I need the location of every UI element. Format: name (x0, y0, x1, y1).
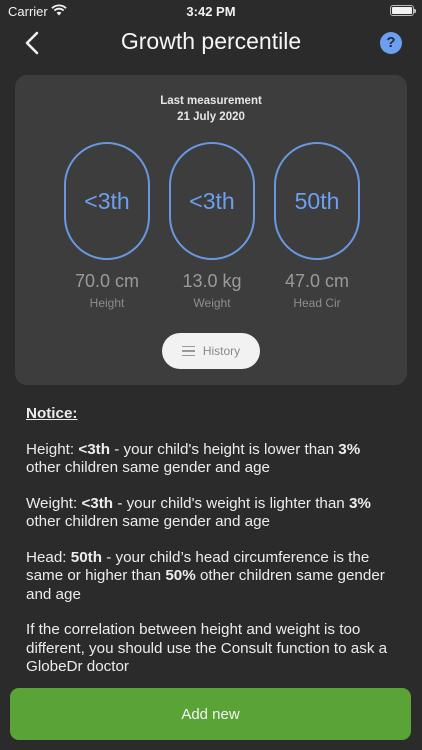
weight-notice: Weight: <3th - your child's weight is li… (26, 495, 398, 532)
nav-bar: Growth percentile ? (0, 22, 422, 64)
height-notice-text: - your child's height is lower than (110, 440, 339, 458)
height-notice-pct: <3th (78, 440, 110, 458)
weight-percentile-oval: <3th (169, 142, 255, 260)
bottom-bar: Add new (0, 680, 422, 750)
head-notice-prefix: Head: (26, 548, 71, 566)
status-bar: Carrier 3:42 PM (0, 0, 422, 22)
add-new-button[interactable]: Add new (10, 688, 411, 740)
battery-icon (390, 5, 416, 16)
page-title: Growth percentile (120, 28, 302, 54)
notice-section: Notice: Height: <3th - your child's heig… (26, 405, 398, 694)
measurement-card: Last measurement 21 July 2020 <3th 70.0 … (15, 75, 407, 385)
weight-notice-pct: <3th (81, 494, 114, 512)
weight-notice-prefix: Weight: (26, 494, 82, 512)
add-new-label: Add new (181, 705, 240, 723)
weight-percentile: <3th (189, 187, 235, 214)
height-notice-pct2: 3% (338, 440, 361, 458)
status-time: 3:42 PM (186, 4, 236, 19)
height-notice-prefix: Height: (26, 440, 79, 458)
head-percentile: 50th (294, 187, 340, 214)
weight-notice-suffix: other children same gender and age (26, 513, 271, 530)
head-notice: Head: 50th - your child’s head circumfer… (26, 549, 398, 605)
consult-notice: If the correlation between height and we… (26, 621, 388, 675)
last-measurement-label: Last measurement (160, 95, 262, 107)
height-value: 70.0 cm (74, 271, 140, 291)
history-label: History (202, 344, 241, 358)
weight-label: Weight (193, 296, 231, 310)
height-metric: <3th 70.0 cm Height (64, 142, 150, 310)
height-notice: Height: <3th - your child's height is lo… (26, 441, 398, 478)
head-metric: 50th 47.0 cm Head Cir (274, 142, 360, 310)
weight-notice-pct2: 3% (348, 494, 371, 512)
height-percentile-oval: <3th (64, 142, 150, 260)
weight-metric: <3th 13.0 kg Weight (169, 142, 255, 310)
last-measurement-heading: Last measurement 21 July 2020 (15, 93, 407, 125)
head-notice-pct2: 50% (165, 567, 196, 584)
head-label: Head Cir (293, 296, 341, 310)
height-label: Height (89, 296, 125, 310)
height-notice-suffix: other children same gender and age (26, 459, 271, 476)
menu-lines-icon (181, 345, 195, 357)
notice-title: Notice: (26, 405, 78, 422)
help-icon[interactable]: ? (380, 32, 402, 54)
history-button[interactable]: History (162, 333, 260, 369)
weight-notice-text: - your child's weight is lighter than (113, 494, 349, 512)
height-percentile: <3th (84, 187, 130, 214)
head-value: 47.0 cm (284, 271, 350, 291)
last-measurement-date: 21 July 2020 (177, 111, 245, 123)
head-percentile-oval: 50th (274, 142, 360, 260)
weight-value: 13.0 kg (182, 271, 242, 291)
head-notice-pct: 50th (70, 548, 102, 566)
